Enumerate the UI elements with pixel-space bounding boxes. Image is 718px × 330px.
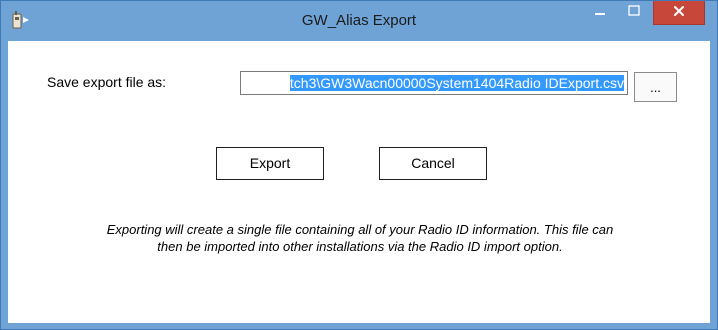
export-path-value: tch3\GW3Wacn00000System1404Radio IDExpor… [289,75,624,91]
cancel-button[interactable]: Cancel [379,147,487,180]
export-path-field[interactable]: tch3\GW3Wacn00000System1404Radio IDExpor… [240,71,628,95]
export-button[interactable]: Export [216,147,324,180]
close-icon [673,4,685,22]
export-dialog-window: GW_Alias Export Save export file as: tch… [0,0,718,330]
browse-button[interactable]: ... [634,72,677,102]
export-info-text: Exporting will create a single file cont… [106,222,614,254]
maximize-button[interactable] [619,1,649,25]
title-bar[interactable]: GW_Alias Export [1,1,717,41]
maximize-icon [628,4,640,22]
dialog-body: Save export file as: tch3\GW3Wacn00000Sy… [8,41,710,323]
minimize-icon [594,4,606,22]
close-button[interactable] [653,1,705,25]
save-file-label: Save export file as: [47,74,167,90]
minimize-button[interactable] [585,1,615,25]
